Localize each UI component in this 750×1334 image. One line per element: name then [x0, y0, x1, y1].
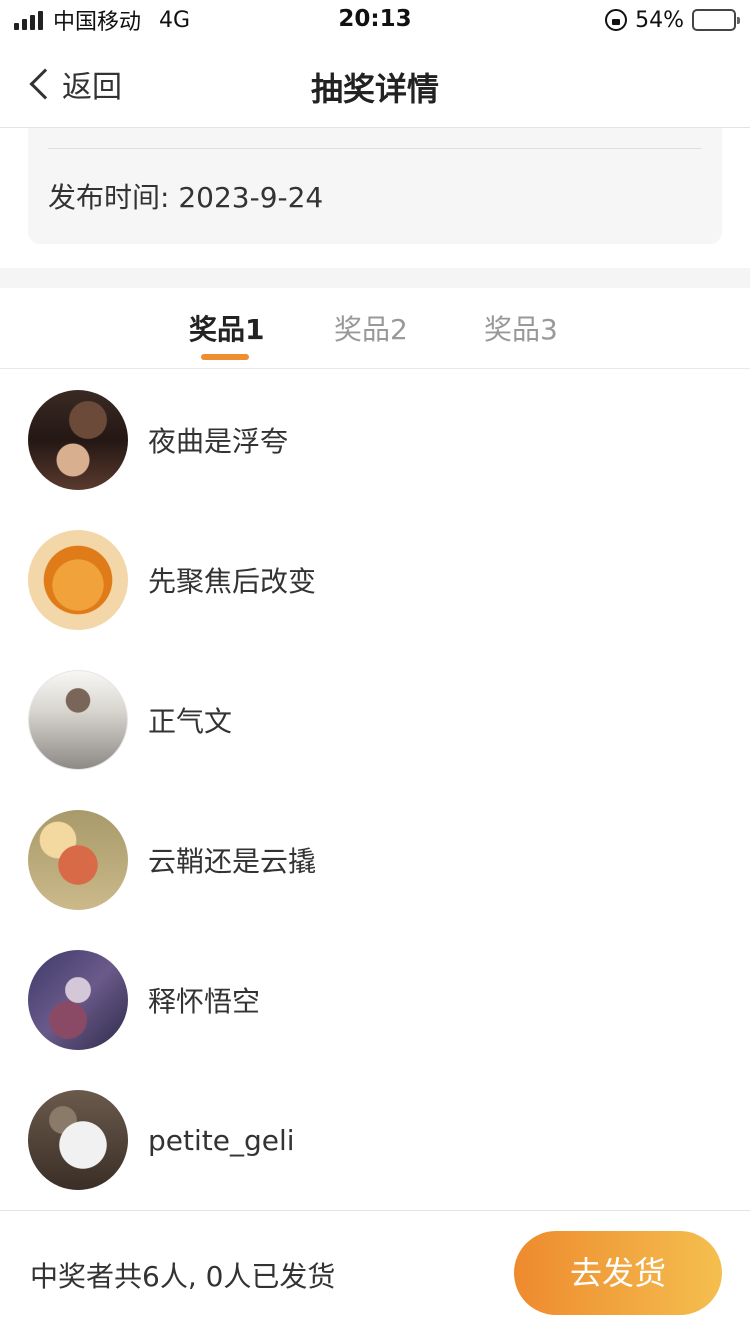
rotation-lock-icon: [605, 9, 628, 31]
winner-summary: 中奖者共6人, 0人已发货: [30, 1260, 336, 1293]
status-bar: 中国移动 4G 20:13 54%: [0, 0, 750, 40]
winner-name: 云鞘还是云撬: [148, 845, 317, 878]
section-gap: [0, 268, 750, 288]
prize-tabs: 奖品1 奖品2 奖品3: [0, 288, 750, 369]
page-title: 抽奖详情: [310, 70, 439, 108]
ship-button[interactable]: 去发货: [514, 1231, 722, 1315]
list-item[interactable]: 云鞘还是云撬: [0, 790, 750, 930]
battery-icon: [692, 9, 740, 31]
tab-prize-3[interactable]: 奖品3: [484, 308, 558, 348]
list-item[interactable]: 先聚焦后改变: [0, 510, 750, 650]
divider: [48, 148, 702, 149]
winner-name: 夜曲是浮夸: [148, 425, 289, 458]
winner-name: 先聚焦后改变: [148, 565, 317, 598]
tab-prize-2[interactable]: 奖品2: [334, 308, 408, 348]
winner-name: petite_geli: [148, 1123, 295, 1157]
list-item[interactable]: 夜曲是浮夸: [0, 370, 750, 510]
list-item[interactable]: 释怀悟空: [0, 930, 750, 1070]
publish-time: 发布时间: 2023-9-24: [48, 181, 324, 214]
nav-bar: 返回 抽奖详情: [0, 40, 750, 128]
tab-active-indicator: [201, 354, 249, 360]
avatar: [28, 530, 128, 630]
winner-name: 正气文: [148, 705, 233, 738]
avatar: [28, 950, 128, 1050]
winner-list: 夜曲是浮夸 先聚焦后改变 正气文 云鞘还是云撬 释怀悟空 petite_geli: [0, 370, 750, 1210]
avatar: [28, 390, 128, 490]
avatar: [28, 1090, 128, 1190]
winner-name: 释怀悟空: [148, 985, 261, 1018]
bottom-bar: 中奖者共6人, 0人已发货 去发货: [0, 1210, 750, 1334]
avatar: [28, 670, 128, 770]
battery-percent: 54%: [635, 7, 684, 33]
list-item[interactable]: 正气文: [0, 650, 750, 790]
list-item[interactable]: petite_geli: [0, 1070, 750, 1210]
status-right: 54%: [605, 6, 740, 34]
avatar: [28, 810, 128, 910]
info-card: 发布时间: 2023-9-24: [28, 128, 722, 244]
tab-prize-1[interactable]: 奖品1: [189, 308, 264, 348]
